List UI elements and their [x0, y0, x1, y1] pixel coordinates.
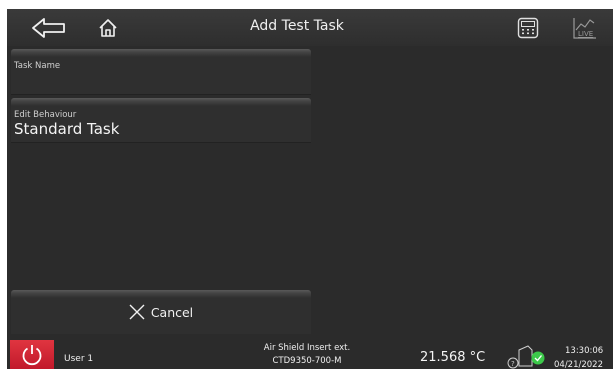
cancel-label: Cancel	[150, 304, 194, 320]
task-name-label: Task Name	[14, 61, 61, 71]
clock-date: 04/21/2022	[554, 360, 603, 369]
app-screen: Add Test Task LIVE Task Name Edit Behavi…	[7, 9, 613, 369]
edit-behaviour-field[interactable]: Edit Behaviour Standard Task	[11, 98, 311, 143]
back-arrow-icon	[32, 18, 65, 38]
page-title: Add Test Task	[250, 18, 344, 34]
sensor-name: Air Shield Insert ext.	[263, 343, 351, 353]
live-view-button[interactable]: LIVE	[569, 13, 601, 43]
user-label: User 1	[64, 354, 94, 364]
header-bar: Add Test Task LIVE	[7, 9, 613, 46]
device-status-icon: ?	[507, 345, 545, 369]
home-icon	[99, 19, 117, 37]
task-name-field[interactable]: Task Name	[11, 49, 311, 95]
power-button[interactable]	[10, 340, 54, 369]
home-button[interactable]	[93, 13, 123, 43]
edit-behaviour-value: Standard Task	[14, 120, 120, 138]
power-icon	[22, 345, 42, 366]
status-bar: User 1 Air Shield Insert ext. CTD9350-70…	[7, 337, 613, 369]
live-label: LIVE	[578, 30, 593, 38]
device-status-button[interactable]: ?	[506, 340, 552, 369]
cancel-button[interactable]: Cancel	[11, 290, 311, 334]
clock-time: 13:30:06	[565, 346, 604, 356]
calculator-icon	[517, 17, 539, 39]
back-button[interactable]	[27, 13, 71, 43]
sensor-id: CTD9350-700-M	[272, 356, 342, 366]
live-chart-icon: LIVE	[573, 18, 596, 39]
svg-text:?: ?	[511, 360, 515, 368]
close-icon	[129, 304, 145, 320]
edit-behaviour-label: Edit Behaviour	[14, 110, 77, 120]
temperature-readout: 21.568 °C	[420, 350, 486, 365]
calculator-button[interactable]	[512, 13, 544, 43]
